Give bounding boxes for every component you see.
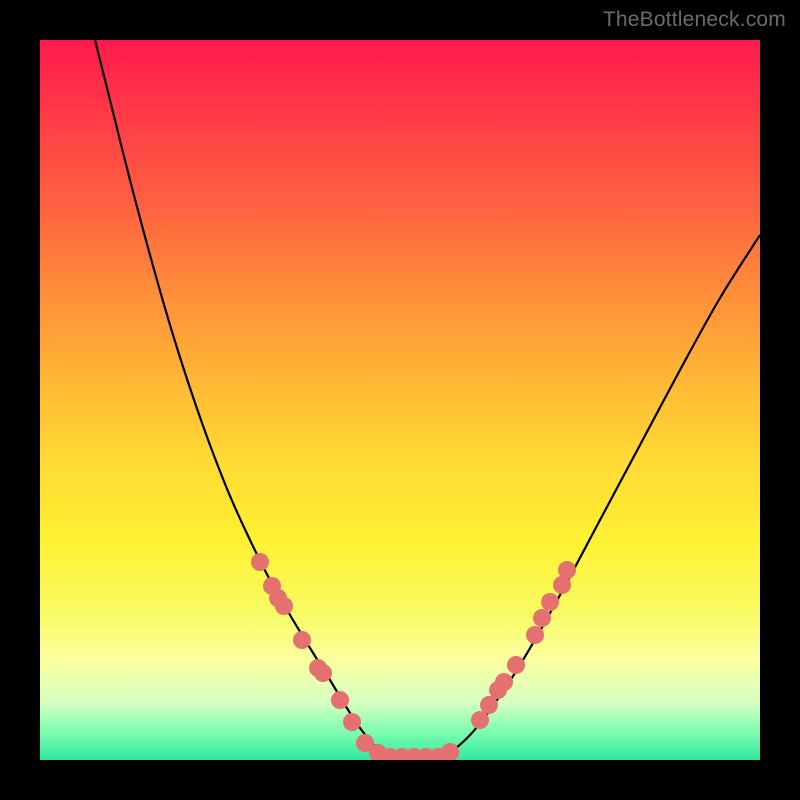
curve-marker [331, 691, 349, 709]
plot-area [40, 40, 760, 760]
curve-marker [293, 631, 311, 649]
curve-marker [441, 743, 459, 760]
curve-marker [275, 597, 293, 615]
curve-marker [471, 711, 489, 729]
curve-marker [251, 553, 269, 571]
curve-marker [526, 626, 544, 644]
curve-marker [533, 609, 551, 627]
curve-markers [251, 553, 576, 760]
chart-svg [40, 40, 760, 760]
curve-marker [507, 656, 525, 674]
curve-marker [495, 673, 513, 691]
curve-marker [558, 561, 576, 579]
curve-marker [480, 696, 498, 714]
chart-frame: TheBottleneck.com [0, 0, 800, 800]
attribution-text: TheBottleneck.com [603, 8, 786, 32]
curve-marker [314, 664, 332, 682]
bottleneck-curve [95, 40, 760, 757]
curve-marker [343, 713, 361, 731]
curve-marker [541, 593, 559, 611]
